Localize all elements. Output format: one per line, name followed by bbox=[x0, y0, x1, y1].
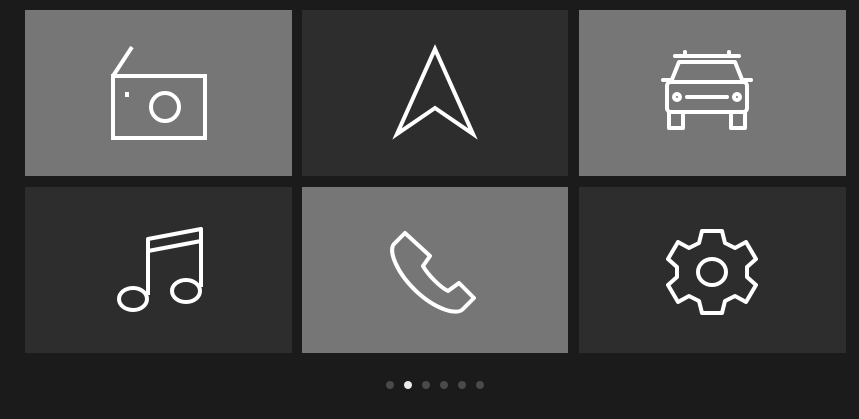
music-tile[interactable] bbox=[25, 187, 292, 353]
page-dot-5[interactable] bbox=[458, 381, 466, 389]
page-indicator[interactable] bbox=[386, 380, 484, 390]
settings-tile[interactable] bbox=[579, 187, 846, 353]
page-dot-4[interactable] bbox=[440, 381, 448, 389]
radio-tile[interactable] bbox=[25, 10, 292, 176]
navigation-arrow-icon bbox=[392, 44, 478, 140]
page-dot-6[interactable] bbox=[476, 381, 484, 389]
radio-icon bbox=[111, 45, 207, 140]
home-screen bbox=[0, 0, 859, 419]
page-dot-1[interactable] bbox=[386, 381, 394, 389]
page-dot-3[interactable] bbox=[422, 381, 430, 389]
navigation-tile[interactable] bbox=[302, 10, 568, 176]
car-tile[interactable] bbox=[579, 10, 846, 176]
page-dot-2-active[interactable] bbox=[404, 381, 412, 389]
car-icon bbox=[661, 50, 753, 130]
phone-icon bbox=[390, 231, 476, 314]
phone-tile[interactable] bbox=[302, 187, 568, 353]
music-note-icon bbox=[117, 227, 203, 312]
gear-icon bbox=[666, 229, 758, 315]
